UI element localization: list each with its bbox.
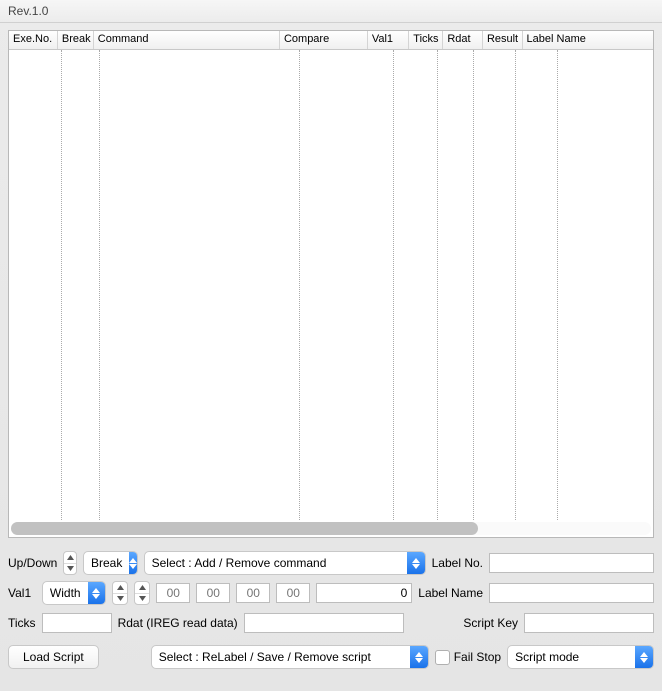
col-label-name[interactable]: Label Name [523, 31, 653, 49]
chevron-up-icon[interactable] [113, 582, 127, 594]
col-divider [515, 50, 516, 520]
script-mode-select[interactable]: Script mode [507, 645, 654, 669]
hex-byte-1[interactable] [196, 583, 230, 603]
chevron-down-icon[interactable] [135, 594, 149, 605]
select-arrows-icon [635, 646, 653, 668]
updown-stepper[interactable] [63, 551, 77, 575]
col-compare[interactable]: Compare [280, 31, 368, 49]
ticks-label: Ticks [8, 616, 36, 630]
label-name-label: Label Name [418, 586, 483, 600]
col-break[interactable]: Break [58, 31, 94, 49]
horizontal-scrollbar[interactable] [11, 522, 651, 535]
rdat-label: Rdat (IREG read data) [118, 616, 238, 630]
chevron-down-icon[interactable] [64, 564, 76, 575]
col-divider [393, 50, 394, 520]
val1-stepper-b[interactable] [134, 581, 150, 605]
updown-label: Up/Down [8, 556, 57, 570]
scrollbar-thumb[interactable] [11, 522, 478, 535]
table-body[interactable] [9, 50, 653, 520]
break-select[interactable]: Break [83, 551, 138, 575]
col-ticks[interactable]: Ticks [409, 31, 443, 49]
chevron-up-icon[interactable] [64, 552, 76, 564]
hex-byte-0[interactable] [156, 583, 190, 603]
hex-byte-3[interactable] [276, 583, 310, 603]
label-name-input[interactable] [489, 583, 654, 603]
fail-stop-label: Fail Stop [454, 650, 501, 664]
val1-label: Val1 [8, 586, 36, 600]
select-arrows-icon [410, 646, 428, 668]
fail-stop-checkbox[interactable]: Fail Stop [435, 650, 501, 665]
col-command[interactable]: Command [94, 31, 280, 49]
script-table[interactable]: Exe.No. Break Command Compare Val1 Ticks… [8, 30, 654, 538]
checkbox-box [435, 650, 450, 665]
window-titlebar: Rev.1.0 [0, 0, 662, 23]
select-arrows-icon [407, 552, 425, 574]
script-key-label: Script Key [463, 616, 518, 630]
col-divider [473, 50, 474, 520]
col-exe-no[interactable]: Exe.No. [9, 31, 58, 49]
val1-dec-input[interactable] [316, 583, 412, 603]
label-no-label: Label No. [432, 556, 483, 570]
select-arrows-icon [129, 552, 137, 574]
window-title: Rev.1.0 [8, 4, 48, 18]
val1-stepper-a[interactable] [112, 581, 128, 605]
col-divider [437, 50, 438, 520]
script-action-select[interactable]: Select : ReLabel / Save / Remove script [151, 645, 429, 669]
col-rdat[interactable]: Rdat [443, 31, 483, 49]
chevron-up-icon[interactable] [135, 582, 149, 594]
select-arrows-icon [88, 582, 106, 604]
col-divider [99, 50, 100, 520]
load-script-button[interactable]: Load Script [8, 645, 99, 669]
script-key-input[interactable] [524, 613, 654, 633]
table-header-row: Exe.No. Break Command Compare Val1 Ticks… [9, 31, 653, 50]
width-select[interactable]: Width [42, 581, 106, 605]
col-divider [299, 50, 300, 520]
col-divider [557, 50, 558, 520]
col-result[interactable]: Result [483, 31, 523, 49]
col-val1[interactable]: Val1 [368, 31, 409, 49]
rdat-input[interactable] [244, 613, 404, 633]
chevron-down-icon[interactable] [113, 594, 127, 605]
label-no-input[interactable] [489, 553, 654, 573]
command-select[interactable]: Select : Add / Remove command [144, 551, 426, 575]
ticks-input[interactable] [42, 613, 112, 633]
col-divider [61, 50, 62, 520]
hex-byte-2[interactable] [236, 583, 270, 603]
